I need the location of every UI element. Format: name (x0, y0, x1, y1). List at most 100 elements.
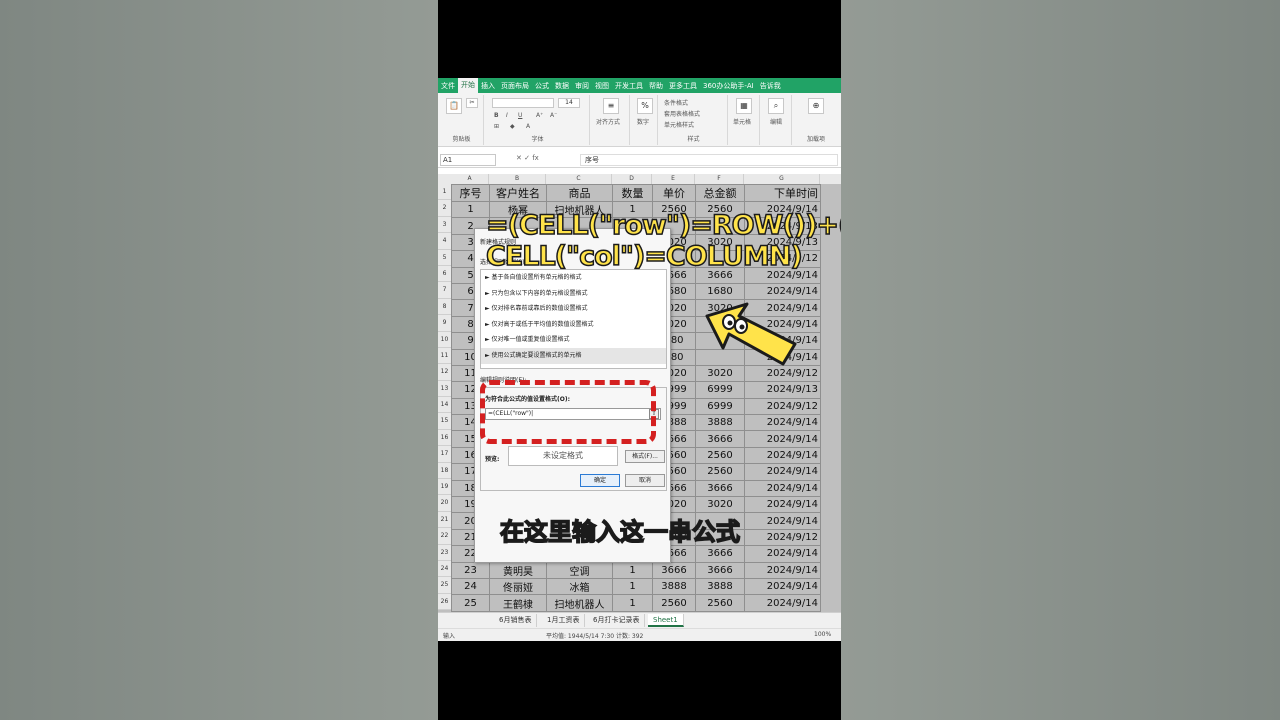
row-header[interactable]: 18 (438, 463, 451, 480)
table-cell[interactable]: 3888 (695, 414, 745, 432)
table-cell[interactable]: 23 (451, 561, 490, 579)
cell-styles-button[interactable]: 单元格样式 (664, 120, 694, 129)
underline-button[interactable]: U (518, 112, 522, 119)
table-cell[interactable]: 2024/9/14 (744, 463, 821, 481)
conditional-format-button[interactable]: 条件格式 (664, 98, 688, 107)
row-header[interactable]: 26 (438, 594, 451, 611)
ribbon-group-addins[interactable]: ⊕ 加载项 (794, 95, 838, 145)
rule-type-option[interactable]: ► 使用公式确定要设置格式的单元格 (481, 347, 666, 364)
table-cell[interactable]: 空调 (546, 561, 613, 579)
table-cell[interactable]: 2560 (695, 463, 745, 481)
table-cell[interactable]: 1680 (695, 282, 745, 301)
row-header[interactable]: 23 (438, 545, 451, 561)
table-cell[interactable]: 2024/9/14 (744, 430, 821, 448)
row-header[interactable]: 21 (438, 512, 451, 529)
row-header[interactable]: 25 (438, 577, 451, 594)
table-cell[interactable]: 2024/9/14 (744, 594, 821, 612)
table-cell[interactable]: 1 (612, 594, 653, 612)
font-shrink-button[interactable]: A⁻ (550, 112, 557, 119)
sheet-tab[interactable]: 6月打卡记录表 (588, 614, 646, 627)
column-header[interactable]: G (744, 174, 820, 184)
row-header[interactable]: 14 (438, 397, 451, 414)
column-title[interactable]: 单价 (652, 184, 696, 202)
table-cell[interactable]: 2024/9/14 (744, 479, 821, 498)
table-cell[interactable]: 3666 (695, 479, 745, 498)
table-cell[interactable]: 佟丽娅 (489, 577, 547, 596)
row-header[interactable]: 24 (438, 561, 451, 578)
row-header[interactable]: 4 (438, 233, 451, 250)
row-header[interactable]: 3 (438, 217, 451, 234)
table-cell[interactable]: 2560 (652, 594, 696, 612)
table-cell[interactable]: 黄明昊 (489, 561, 547, 579)
menu-item[interactable]: 更多工具 (666, 81, 700, 91)
table-cell[interactable]: 王鹤棣 (489, 594, 547, 612)
row-header[interactable]: 15 (438, 413, 451, 430)
font-color-icon[interactable]: A (526, 123, 530, 130)
name-box[interactable]: A1 (440, 154, 496, 166)
table-cell[interactable]: 2024/9/14 (744, 512, 821, 530)
table-format-button[interactable]: 套用表格格式 (664, 109, 700, 118)
table-cell[interactable]: 25 (451, 594, 490, 612)
ribbon-group-alignment[interactable]: ≡ 对齐方式 (592, 95, 630, 145)
row-header[interactable]: 17 (438, 446, 451, 463)
table-cell[interactable]: 冰箱 (546, 577, 613, 596)
zoom-level[interactable]: 100% (814, 631, 831, 638)
paste-icon[interactable]: 📋 (446, 98, 462, 114)
table-cell[interactable]: 6999 (695, 397, 745, 416)
table-cell[interactable]: 3666 (652, 561, 696, 579)
cancel-button[interactable]: 取消 (625, 474, 665, 487)
cut-icon[interactable]: ✂ (466, 98, 478, 108)
table-cell[interactable]: 24 (451, 577, 490, 596)
rule-type-option[interactable]: ► 只为包含以下内容的单元格设置格式 (481, 286, 666, 302)
formula-input[interactable]: 序号 (580, 154, 838, 166)
row-header[interactable]: 5 (438, 250, 451, 266)
percent-icon[interactable]: % (637, 98, 653, 114)
table-cell[interactable]: 1 (451, 200, 490, 219)
column-title[interactable]: 下单时间 (744, 184, 821, 202)
column-header[interactable]: F (695, 174, 744, 184)
fx-icon[interactable]: ✕ ✓ fx (516, 154, 539, 162)
menu-item[interactable]: 数据 (552, 81, 572, 91)
table-cell[interactable]: 2024/9/14 (744, 496, 821, 514)
rule-type-option[interactable]: ► 仅对排名靠前或靠后的数值设置格式 (481, 301, 666, 317)
menu-item[interactable]: 页面布局 (498, 81, 532, 91)
row-header[interactable]: 10 (438, 332, 451, 348)
row-header[interactable]: 22 (438, 528, 451, 545)
rule-type-option[interactable]: ► 基于各自值设置所有单元格的格式 (481, 270, 666, 286)
table-cell[interactable]: 2024/9/13 (744, 381, 821, 399)
align-icon[interactable]: ≡ (603, 98, 619, 114)
row-header[interactable]: 2 (438, 200, 451, 217)
table-cell[interactable]: 扫地机器人 (546, 594, 613, 612)
table-cell[interactable]: 2560 (695, 594, 745, 612)
row-header[interactable]: 8 (438, 299, 451, 316)
menu-item[interactable]: 帮助 (646, 81, 666, 91)
row-header[interactable]: 9 (438, 315, 451, 332)
menu-item[interactable]: 文件 (438, 81, 458, 91)
menu-item[interactable]: 开始 (458, 78, 478, 93)
table-cell[interactable]: 3666 (695, 430, 745, 448)
column-header[interactable]: A (451, 174, 489, 184)
row-header[interactable]: 16 (438, 430, 451, 447)
ok-button[interactable]: 确定 (580, 474, 620, 487)
sheet-tab[interactable]: 1月工资表 (542, 614, 586, 627)
ribbon-group-number[interactable]: % 数字 (632, 95, 658, 145)
menu-item[interactable]: 插入 (478, 81, 498, 91)
addin-icon[interactable]: ⊕ (808, 98, 824, 114)
table-cell[interactable]: 2560 (695, 446, 745, 465)
column-title[interactable]: 商品 (546, 184, 613, 202)
table-cell[interactable]: 2024/9/12 (744, 528, 821, 547)
ribbon-group-edit[interactable]: ⌕ 编辑 (762, 95, 792, 145)
column-header[interactable]: C (546, 174, 612, 184)
menu-item[interactable]: 开发工具 (612, 81, 646, 91)
row-header[interactable]: 20 (438, 495, 451, 512)
sheet-tab[interactable]: 6月销售表 (494, 614, 538, 627)
format-button[interactable]: 格式(F)... (625, 450, 665, 463)
table-cell[interactable]: 2024/9/14 (744, 545, 821, 563)
cells-icon[interactable]: ▦ (736, 98, 752, 114)
column-title[interactable]: 数量 (612, 184, 653, 202)
border-icon[interactable]: ⊞ (494, 123, 499, 130)
row-header[interactable]: 11 (438, 348, 451, 365)
menu-item[interactable]: 审阅 (572, 81, 592, 91)
table-cell[interactable]: 2024/9/12 (744, 397, 821, 416)
row-header[interactable]: 1 (438, 184, 451, 201)
